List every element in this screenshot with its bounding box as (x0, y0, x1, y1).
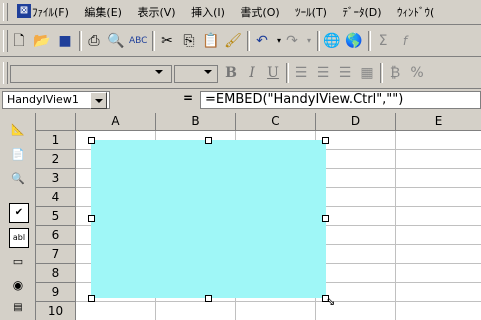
worksheet-grid[interactable]: A B C D E 1 2 3 4 5 6 7 8 9 10 ⇘ (36, 113, 481, 320)
properties-icon[interactable]: 📄 (9, 146, 27, 164)
checkbox-control-icon[interactable]: ✔ (9, 203, 29, 223)
align-center-icon[interactable]: ☰ (314, 64, 332, 82)
menu-format[interactable]: 書式(O) (240, 6, 279, 19)
row-header-2[interactable]: 2 (36, 150, 76, 169)
row-header-7[interactable]: 7 (36, 245, 76, 264)
italic-button[interactable]: I (243, 64, 261, 82)
select-all-corner[interactable] (36, 113, 76, 131)
currency-icon[interactable]: ₿ (386, 64, 404, 82)
menu-bar: ⊠ ﾌｧｲﾙ(F) 編集(E) 表示(V) 挿入(I) 書式(O) ﾂｰﾙ(T)… (0, 0, 481, 25)
toolbar-grip[interactable] (3, 30, 8, 52)
textbox-control-icon[interactable]: abl (9, 228, 29, 248)
print-icon[interactable]: ⎙ (85, 32, 103, 50)
redo-dropdown-icon[interactable]: ▾ (300, 32, 318, 50)
align-left-icon[interactable]: ☰ (292, 64, 310, 82)
row-header-4[interactable]: 4 (36, 188, 76, 207)
menubar-grip[interactable] (3, 3, 8, 21)
resize-cursor-icon: ⇘ (326, 295, 336, 308)
design-mode-icon[interactable]: 📐 (9, 121, 27, 139)
row-header-8[interactable]: 8 (36, 264, 76, 283)
formula-equals: = (183, 91, 194, 105)
control-toolbox: 📐 📄 🔍 ✔ abl ▭ ◉ ▤ (0, 113, 36, 320)
menu-file[interactable]: ﾌｧｲﾙ(F) (32, 6, 69, 19)
resize-handle-s[interactable] (205, 295, 212, 302)
chevron-down-icon[interactable] (155, 70, 163, 74)
save-icon[interactable]: ■ (56, 32, 74, 50)
toolbar-grip[interactable] (3, 62, 8, 84)
column-header-c[interactable]: C (236, 113, 316, 131)
font-name-select[interactable] (10, 65, 172, 83)
open-icon[interactable]: 📂 (33, 32, 51, 50)
function-icon[interactable]: f (396, 32, 414, 50)
row-header-1[interactable]: 1 (36, 131, 76, 150)
name-box-dropdown[interactable] (90, 92, 107, 109)
print-preview-icon[interactable]: 🔍 (107, 32, 125, 50)
command-button-icon[interactable]: ▭ (9, 253, 27, 271)
cut-icon[interactable]: ✂ (158, 32, 176, 50)
resize-handle-sw[interactable] (88, 295, 95, 302)
menu-data[interactable]: ﾃﾞｰﾀ(D) (342, 6, 381, 19)
resize-handle-nw[interactable] (88, 137, 95, 144)
menu-tools[interactable]: ﾂｰﾙ(T) (295, 6, 327, 19)
resize-handle-n[interactable] (205, 137, 212, 144)
resize-handle-e[interactable] (322, 215, 329, 222)
copy-icon[interactable]: ⎘ (180, 32, 198, 50)
spelling-icon[interactable]: ABC (129, 32, 147, 50)
formula-bar: HandyIView1 = =EMBED("HandyIView.Ctrl","… (0, 89, 481, 111)
menu-edit[interactable]: 編集(E) (84, 6, 122, 19)
formula-input[interactable]: =EMBED("HandyIView.Ctrl","") (200, 91, 481, 109)
resize-handle-w[interactable] (88, 215, 95, 222)
column-header-d[interactable]: D (316, 113, 396, 131)
menu-window[interactable]: ｳｨﾝﾄﾞｳ( (397, 6, 434, 19)
listbox-control-icon[interactable]: ▤ (9, 299, 27, 317)
row-header-5[interactable]: 5 (36, 207, 76, 226)
row-header-10[interactable]: 10 (36, 302, 76, 320)
menu-view[interactable]: 表示(V) (137, 6, 175, 19)
format-painter-icon[interactable]: 🖌 (224, 32, 242, 50)
option-button-icon[interactable]: ◉ (9, 276, 27, 294)
menu-insert[interactable]: 挿入(I) (191, 6, 225, 19)
row-header-3[interactable]: 3 (36, 169, 76, 188)
chevron-down-icon[interactable] (204, 70, 212, 74)
percent-button[interactable]: % (408, 64, 426, 82)
autosum-icon[interactable]: Σ (374, 32, 392, 50)
redo-icon[interactable]: ↷ (283, 32, 301, 50)
workbook-icon[interactable]: ⊠ (17, 4, 31, 18)
web-toolbar-icon[interactable]: 🌎 (345, 32, 363, 50)
align-right-icon[interactable]: ☰ (336, 64, 354, 82)
column-header-e[interactable]: E (396, 113, 481, 131)
bold-button[interactable]: B (222, 64, 240, 82)
resize-handle-ne[interactable] (322, 137, 329, 144)
new-icon[interactable]: 🗋 (10, 32, 28, 50)
paste-icon[interactable]: 📋 (202, 32, 220, 50)
row-header-9[interactable]: 9 (36, 283, 76, 302)
hyperlink-icon[interactable]: 🌐 (323, 32, 341, 50)
undo-icon[interactable]: ↶ (253, 32, 271, 50)
formatting-toolbar: B I U ☰ ☰ ☰ ▦ ₿ % (0, 58, 481, 89)
standard-toolbar: 🗋 📂 ■ ⎙ 🔍 ABC ✂ ⎘ 📋 🖌 ↶ ▾ ↷ ▾ 🌐 🌎 Σ f (0, 26, 481, 57)
column-header-b[interactable]: B (156, 113, 236, 131)
row-header-6[interactable]: 6 (36, 226, 76, 245)
embedded-object[interactable] (91, 140, 326, 298)
merge-center-icon[interactable]: ▦ (358, 64, 376, 82)
font-size-select[interactable] (174, 65, 218, 83)
view-code-icon[interactable]: 🔍 (9, 170, 27, 188)
column-header-a[interactable]: A (76, 113, 156, 131)
underline-button[interactable]: U (264, 64, 282, 82)
